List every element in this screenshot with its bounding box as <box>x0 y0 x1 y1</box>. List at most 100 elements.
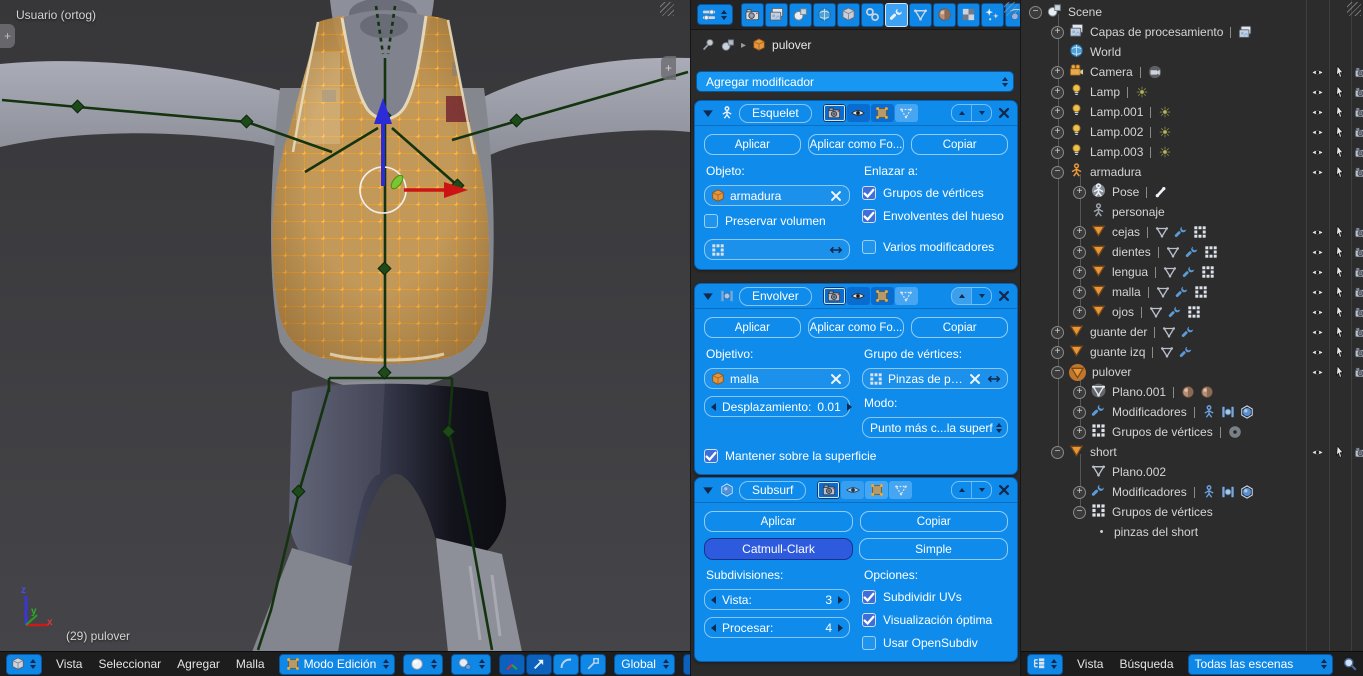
expand-icon[interactable]: + <box>1051 346 1064 359</box>
visibility-eye-icon[interactable] <box>1309 244 1325 260</box>
selectability-cursor-icon[interactable] <box>1332 104 1348 120</box>
visibility-eye-icon[interactable] <box>1309 124 1325 140</box>
simple-button[interactable]: Simple <box>859 538 1008 560</box>
pin-icon[interactable] <box>701 38 715 52</box>
move-up-button[interactable] <box>952 288 971 304</box>
outliner-row-ojos[interactable]: +ojos <box>1021 302 1363 322</box>
vertex-group-field[interactable] <box>704 239 850 260</box>
visibility-eye-icon[interactable] <box>1309 64 1325 80</box>
renderability-camera-icon[interactable] <box>1352 324 1363 340</box>
outliner-row-pinzas-del-short[interactable]: •pinzas del short <box>1021 522 1363 542</box>
expand-icon[interactable]: + <box>1073 286 1086 299</box>
expand-icon[interactable]: + <box>1073 406 1086 419</box>
expand-icon[interactable]: + <box>1051 26 1064 39</box>
tab-object[interactable] <box>837 3 860 27</box>
shrinkwrap-mode-select[interactable]: Punto más c...la superfici <box>862 417 1008 438</box>
render-toggle[interactable] <box>823 104 846 122</box>
expand-icon[interactable]: + <box>1073 486 1086 499</box>
selectability-cursor-icon[interactable] <box>1332 64 1348 80</box>
close-icon[interactable] <box>997 289 1011 303</box>
clear-icon[interactable] <box>968 372 982 386</box>
visibility-eye-icon[interactable] <box>1309 364 1325 380</box>
move-up-button[interactable] <box>952 105 971 121</box>
selectability-cursor-icon[interactable] <box>1332 344 1348 360</box>
expand-icon[interactable]: + <box>1051 326 1064 339</box>
object-field[interactable]: armadura <box>704 185 850 206</box>
rotate-manipulator-button[interactable] <box>553 654 579 675</box>
outliner-row-grupos-de-v-rtices[interactable]: −Grupos de vértices <box>1021 502 1363 522</box>
viewport-toggle[interactable] <box>841 481 864 499</box>
opensubdiv-checkbox[interactable]: Usar OpenSubdiv <box>862 635 1008 651</box>
tab-constraints[interactable] <box>861 3 884 27</box>
toolbar-expand-tab[interactable]: + <box>0 24 15 48</box>
add-modifier-select[interactable]: Agregar modificador <box>696 71 1014 92</box>
renderability-camera-icon[interactable] <box>1352 344 1363 360</box>
expand-icon[interactable]: + <box>1051 66 1064 79</box>
selectability-cursor-icon[interactable] <box>1332 304 1348 320</box>
outliner-row-pulover[interactable]: −pulover <box>1021 362 1363 382</box>
outliner-row-scene[interactable]: −Scene <box>1021 2 1363 22</box>
increment-arrow-icon[interactable] <box>847 403 852 411</box>
copy-button[interactable]: Copiar <box>911 134 1008 155</box>
modifier-name-field[interactable]: Subsurf <box>739 481 806 500</box>
tab-scene[interactable] <box>789 3 812 27</box>
outliner-row-lengua[interactable]: +lengua <box>1021 262 1363 282</box>
cage-toggle[interactable] <box>895 104 918 122</box>
selectability-cursor-icon[interactable] <box>1332 84 1348 100</box>
editor-type-button[interactable] <box>1027 654 1063 675</box>
renderability-camera-icon[interactable] <box>1352 124 1363 140</box>
tab-modifiers[interactable] <box>885 3 908 27</box>
move-down-button[interactable] <box>971 288 991 304</box>
panel-header[interactable]: Subsurf <box>695 478 1017 503</box>
expand-icon[interactable]: + <box>1073 226 1086 239</box>
tab-particles[interactable] <box>981 3 1004 27</box>
clear-icon[interactable] <box>829 372 843 386</box>
tab-object-data[interactable] <box>909 3 932 27</box>
region-resize-corner[interactable] <box>1004 2 1018 16</box>
expand-icon[interactable]: + <box>1051 126 1064 139</box>
modifier-name-field[interactable]: Envolver <box>739 287 812 306</box>
selectability-cursor-icon[interactable] <box>1332 324 1348 340</box>
invert-icon[interactable] <box>987 372 1001 386</box>
apply-button[interactable]: Aplicar <box>704 317 801 338</box>
selectability-cursor-icon[interactable] <box>1332 284 1348 300</box>
menu-malla[interactable]: Malla <box>230 657 271 671</box>
tab-texture[interactable] <box>957 3 980 27</box>
viewport-toggle[interactable] <box>847 104 870 122</box>
renderability-camera-icon[interactable] <box>1352 364 1363 380</box>
preserve-volume-checkbox[interactable]: Preservar volumen <box>704 213 850 229</box>
render-toggle[interactable] <box>817 481 840 499</box>
panel-header[interactable]: Envolver <box>695 284 1017 309</box>
expand-icon[interactable]: + <box>1051 106 1064 119</box>
pivot-select[interactable] <box>451 654 491 675</box>
outliner-row-personaje[interactable]: personaje <box>1021 202 1363 222</box>
menu-seleccionar[interactable]: Seleccionar <box>92 657 167 671</box>
collapse-icon[interactable]: − <box>1051 446 1064 459</box>
renderability-camera-icon[interactable] <box>1352 264 1363 280</box>
expand-icon[interactable]: + <box>1073 306 1086 319</box>
bone-envelopes-checkbox[interactable]: Envolventes del hueso <box>862 208 1008 224</box>
outliner-row-dientes[interactable]: +dientes <box>1021 242 1363 262</box>
apply-button[interactable]: Aplicar <box>704 511 853 532</box>
multi-modifier-checkbox[interactable]: Varios modificadores <box>862 239 1008 255</box>
collapse-icon[interactable]: − <box>1051 166 1064 179</box>
expand-icon[interactable]: + <box>1073 246 1086 259</box>
tab-material[interactable] <box>933 3 956 27</box>
renderability-camera-icon[interactable] <box>1352 84 1363 100</box>
target-field[interactable]: malla <box>704 368 850 389</box>
outliner-row-camera[interactable]: +Camera <box>1021 62 1363 82</box>
offset-slider[interactable]: Desplazamiento: 0.01 <box>704 396 850 417</box>
close-icon[interactable] <box>997 106 1011 120</box>
selectability-cursor-icon[interactable] <box>1332 164 1348 180</box>
visibility-eye-icon[interactable] <box>1309 164 1325 180</box>
selectability-cursor-icon[interactable] <box>1332 224 1348 240</box>
snap-vertex-button[interactable] <box>683 654 690 675</box>
expand-icon[interactable]: + <box>1073 186 1086 199</box>
viewport-toggle[interactable] <box>847 287 870 305</box>
subdivide-uvs-checkbox[interactable]: Subdividir UVs <box>862 589 1008 605</box>
vertex-groups-checkbox[interactable]: Grupos de vértices <box>862 185 1008 201</box>
outliner-row-world[interactable]: World <box>1021 42 1363 62</box>
editmode-toggle[interactable] <box>871 287 894 305</box>
tab-render-layers[interactable] <box>765 3 788 27</box>
apply-as-shape-button[interactable]: Aplicar como Fo... <box>808 134 905 155</box>
